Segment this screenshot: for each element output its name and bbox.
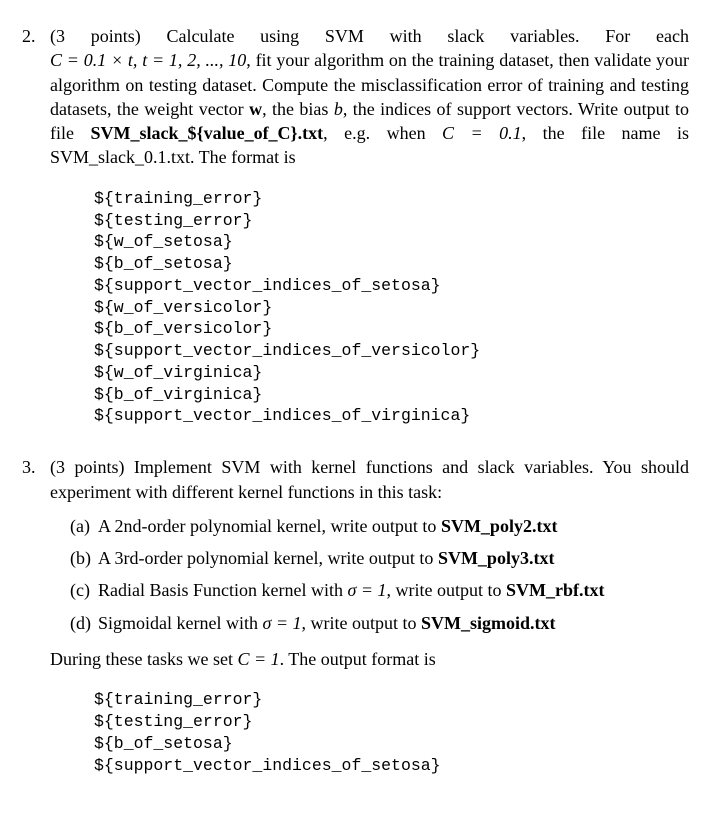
text: Sigmoidal kernel with	[98, 613, 262, 633]
file-pattern: SVM_slack_${value_of_C}.txt	[90, 123, 323, 143]
text: Calculate using SVM with slack variables…	[141, 26, 689, 46]
sub-label: (c)	[70, 578, 90, 602]
sub-label: (a)	[70, 514, 90, 538]
text: During these tasks we set	[50, 649, 237, 669]
text: A 3rd-order polynomial kernel, write out…	[98, 548, 438, 568]
subitem-b: (b) A 3rd-order polynomial kernel, write…	[70, 546, 689, 570]
var-b: b	[334, 99, 343, 119]
problem-3-format-block: ${training_error} ${testing_error} ${b_o…	[94, 689, 689, 776]
problem-3-text: (3 points) Implement SVM with kernel fun…	[50, 455, 689, 504]
var-w: w	[249, 99, 262, 119]
math: C = 0.1	[442, 123, 522, 143]
problem-3: 3. (3 points) Implement SVM with kernel …	[50, 455, 689, 776]
math: σ = 1	[347, 580, 386, 600]
text: , the bias	[262, 99, 334, 119]
text: Implement SVM with kernel functions and …	[50, 457, 689, 501]
file: SVM_poly3.txt	[438, 548, 555, 568]
subitem-a: (a) A 2nd-order polynomial kernel, write…	[70, 514, 689, 538]
file: SVM_poly2.txt	[441, 516, 558, 536]
points-label: (3 points)	[50, 26, 141, 46]
file: SVM_rbf.txt	[506, 580, 604, 600]
problem-3-number: 3.	[22, 455, 36, 479]
math: C = 0.1 × t, t = 1, 2, ..., 10	[50, 50, 246, 70]
text: , write output to	[387, 580, 507, 600]
subitem-c: (c) Radial Basis Function kernel with σ …	[70, 578, 689, 602]
problem-3-subitems: (a) A 2nd-order polynomial kernel, write…	[70, 514, 689, 635]
file: SVM_sigmoid.txt	[421, 613, 556, 633]
problem-2-format-block: ${training_error} ${testing_error} ${w_o…	[94, 188, 689, 427]
problem-2: 2. (3 points) Calculate using SVM with s…	[50, 24, 689, 427]
problem-2-number: 2.	[22, 24, 36, 48]
problem-3-after: During these tasks we set C = 1. The out…	[50, 647, 689, 671]
subitem-d: (d) Sigmoidal kernel with σ = 1, write o…	[70, 611, 689, 635]
text: A 2nd-order polynomial kernel, write out…	[98, 516, 441, 536]
problem-2-text: (3 points) Calculate using SVM with slac…	[50, 24, 689, 170]
text: Radial Basis Function kernel with	[98, 580, 347, 600]
sub-label: (d)	[70, 611, 91, 635]
sub-label: (b)	[70, 546, 91, 570]
text: , write output to	[302, 613, 422, 633]
math: C = 1	[237, 649, 279, 669]
points-label: (3 points)	[50, 457, 124, 477]
math: σ = 1	[262, 613, 301, 633]
text: . The output format is	[280, 649, 436, 669]
text: , e.g. when	[323, 123, 442, 143]
